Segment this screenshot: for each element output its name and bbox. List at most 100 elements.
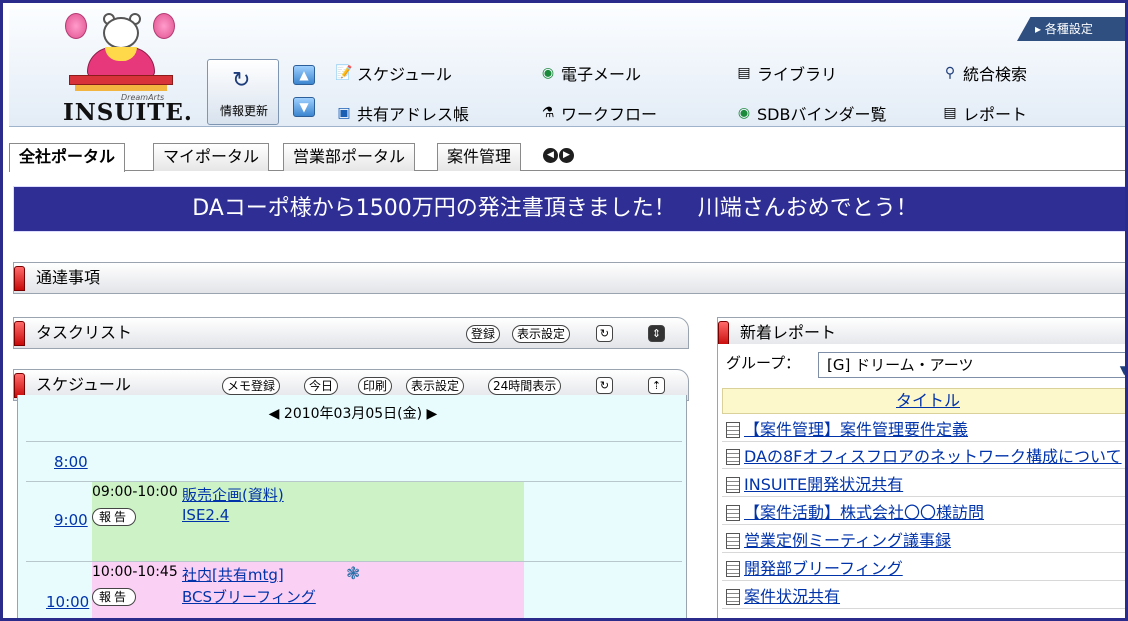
- panel-marker: [14, 266, 25, 291]
- report-link[interactable]: 営業定例ミーティング議事録: [744, 531, 951, 550]
- event-report-button[interactable]: 報告: [92, 508, 137, 526]
- document-icon: [726, 505, 740, 521]
- sdb-icon: ◉: [737, 105, 751, 121]
- logo-text: INSUITE.: [63, 99, 193, 126]
- task-register-button[interactable]: 登録: [466, 325, 501, 343]
- document-icon: [726, 561, 740, 577]
- hour-label-10[interactable]: 10:00: [46, 593, 89, 611]
- header: DreamArts INSUITE. ▸ 各種設定 ↻ 情報更新 ▲ ▼ 📝 ス…: [9, 9, 1125, 127]
- hour-divider: [26, 441, 682, 442]
- doll-stage-base: [75, 85, 167, 91]
- date-navigator: ◀ 2010年03月05日(金) ▶: [18, 403, 688, 423]
- report-link[interactable]: DAの8Fオフィスフロアのネットワーク構成について: [744, 447, 1122, 466]
- menu-library-label: ライブラリ: [757, 65, 838, 84]
- memo-register-button[interactable]: メモ登録: [222, 377, 281, 395]
- library-icon: ▤: [737, 65, 751, 81]
- tab-scroll-left-icon[interactable]: ◀: [543, 148, 558, 163]
- group-label: グループ：: [726, 354, 801, 372]
- tab-scroll-right-icon[interactable]: ▶: [559, 148, 574, 163]
- menu-address-book[interactable]: ▣ 共有アドレス帳: [335, 101, 469, 125]
- next-day-icon[interactable]: ▶: [427, 406, 438, 422]
- menu-sdb-label: SDBバインダー覧: [757, 105, 887, 124]
- window-frame: DreamArts INSUITE. ▸ 各種設定 ↻ 情報更新 ▲ ▼ 📝 ス…: [0, 0, 1128, 621]
- schedule-collapse-icon[interactable]: ⇡: [648, 377, 665, 394]
- menu-email[interactable]: ◉ 電子メール: [539, 61, 641, 85]
- report-row: 【案件管理】案件管理要件定義: [722, 418, 1125, 442]
- report-row: 営業定例ミーティング議事録: [722, 529, 1125, 553]
- menu-address-book-label: 共有アドレス帳: [357, 105, 470, 124]
- menu-workflow[interactable]: ⚗ ワークフロー: [539, 101, 657, 125]
- address-book-icon: ▣: [337, 105, 351, 121]
- lantern-icon: [153, 13, 175, 39]
- event-subtitle-link[interactable]: BCSブリーフィング: [182, 586, 316, 607]
- menu-search-label: 統合検索: [963, 65, 1028, 84]
- tab-sales-portal[interactable]: 営業部ポータル: [283, 143, 416, 171]
- schedule-icon: 📝: [335, 65, 353, 81]
- group-select[interactable]: [G] ドリーム・アーツ ▼: [818, 352, 1125, 378]
- event-title-link[interactable]: 社内[共有mtg]: [182, 564, 284, 585]
- schedule-title: スケジュール: [36, 375, 131, 394]
- hour-label-9[interactable]: 9:00: [54, 511, 88, 529]
- report-row: DAの8Fオフィスフロアのネットワーク構成について: [722, 445, 1125, 469]
- menu-library[interactable]: ▤ ライブラリ: [735, 61, 837, 85]
- doll-head: [103, 17, 139, 49]
- event-title-link[interactable]: 販売企画(資料): [182, 484, 284, 505]
- menu-email-label: 電子メール: [561, 65, 642, 84]
- tasklist-title: タスクリスト: [36, 323, 133, 342]
- report-row: INSUITE開発状況共有: [722, 473, 1125, 497]
- report-link[interactable]: 【案件活動】株式会社〇〇様訪問: [744, 503, 984, 522]
- report-link[interactable]: 開発部ブリーフィング: [744, 559, 903, 578]
- event-report-button[interactable]: 報告: [92, 588, 137, 606]
- document-icon: [726, 477, 740, 493]
- document-icon: [726, 589, 740, 605]
- menu-schedule-label: スケジュール: [357, 65, 452, 84]
- menu-report-label: レポート: [963, 105, 1028, 124]
- hours24-button[interactable]: 24時間表示: [488, 377, 562, 395]
- event-subtitle-link[interactable]: ISE2.4: [182, 506, 229, 524]
- announcement-banner: DAコーポ様から1500万円の発注書頂きました！ 川端さんおめでとう！: [13, 186, 1125, 232]
- report-row: 案件状況共有: [722, 585, 1125, 609]
- chevron-down-icon: ▼: [1120, 358, 1125, 382]
- task-refresh-icon[interactable]: ↻: [596, 325, 613, 342]
- notice-panel-header: 通達事項: [13, 262, 1125, 294]
- report-icon: ▤: [943, 105, 957, 121]
- menu-workflow-label: ワークフロー: [561, 105, 658, 124]
- report-link[interactable]: 【案件管理】案件管理要件定義: [744, 420, 968, 439]
- tab-my-portal[interactable]: マイポータル: [153, 143, 270, 171]
- schedule-event[interactable]: 10:00-10:45 社内[共有mtg] BCSブリーフィング ❃ 報告: [92, 562, 524, 618]
- schedule-refresh-icon[interactable]: ↻: [596, 377, 613, 394]
- report-row: 【案件活動】株式会社〇〇様訪問: [722, 501, 1125, 525]
- report-link[interactable]: INSUITE開発状況共有: [744, 475, 903, 494]
- prev-day-icon[interactable]: ◀: [269, 406, 280, 422]
- menu-schedule[interactable]: 📝 スケジュール: [335, 61, 452, 85]
- scroll-down-icon[interactable]: ▼: [293, 97, 315, 117]
- panel-marker: [718, 321, 729, 346]
- title-column-header[interactable]: タイトル: [722, 388, 1125, 414]
- group-select-value: [G] ドリーム・アーツ: [827, 356, 974, 374]
- task-display-settings-button[interactable]: 表示設定: [512, 325, 571, 343]
- refresh-icon: ↻: [232, 68, 251, 93]
- report-link[interactable]: 案件状況共有: [744, 587, 840, 606]
- hour-label-8[interactable]: 8:00: [54, 453, 88, 471]
- menu-sdb-binder[interactable]: ◉ SDBバインダー覧: [735, 101, 887, 125]
- schedule-event[interactable]: 09:00-10:00 販売企画(資料) ISE2.4 報告: [92, 482, 524, 561]
- scroll-up-icon[interactable]: ▲: [293, 65, 315, 85]
- tab-case-management[interactable]: 案件管理: [437, 143, 522, 171]
- schedule-display-settings-button[interactable]: 表示設定: [406, 377, 465, 395]
- menu-search[interactable]: ⚲ 統合検索: [941, 61, 1027, 85]
- print-button[interactable]: 印刷: [358, 377, 393, 395]
- document-icon: [726, 449, 740, 465]
- settings-tab[interactable]: ▸ 各種設定: [1017, 17, 1125, 41]
- tab-company-portal[interactable]: 全社ポータル: [9, 143, 126, 172]
- insuite-logo[interactable]: DreamArts INSUITE.: [49, 13, 199, 126]
- refresh-button[interactable]: ↻ 情報更新: [207, 59, 279, 125]
- task-expand-icon[interactable]: ⇕: [648, 325, 665, 342]
- menu-report[interactable]: ▤ レポート: [941, 101, 1027, 125]
- schedule-date: 2010年03月05日(金): [283, 406, 423, 422]
- event-time: 09:00-10:00: [92, 484, 178, 500]
- reports-title: 新着レポート: [740, 323, 837, 342]
- today-button[interactable]: 今日: [304, 377, 339, 395]
- panel-marker: [14, 321, 25, 346]
- sync-icon: ❃: [346, 564, 361, 584]
- workflow-icon: ⚗: [541, 105, 555, 121]
